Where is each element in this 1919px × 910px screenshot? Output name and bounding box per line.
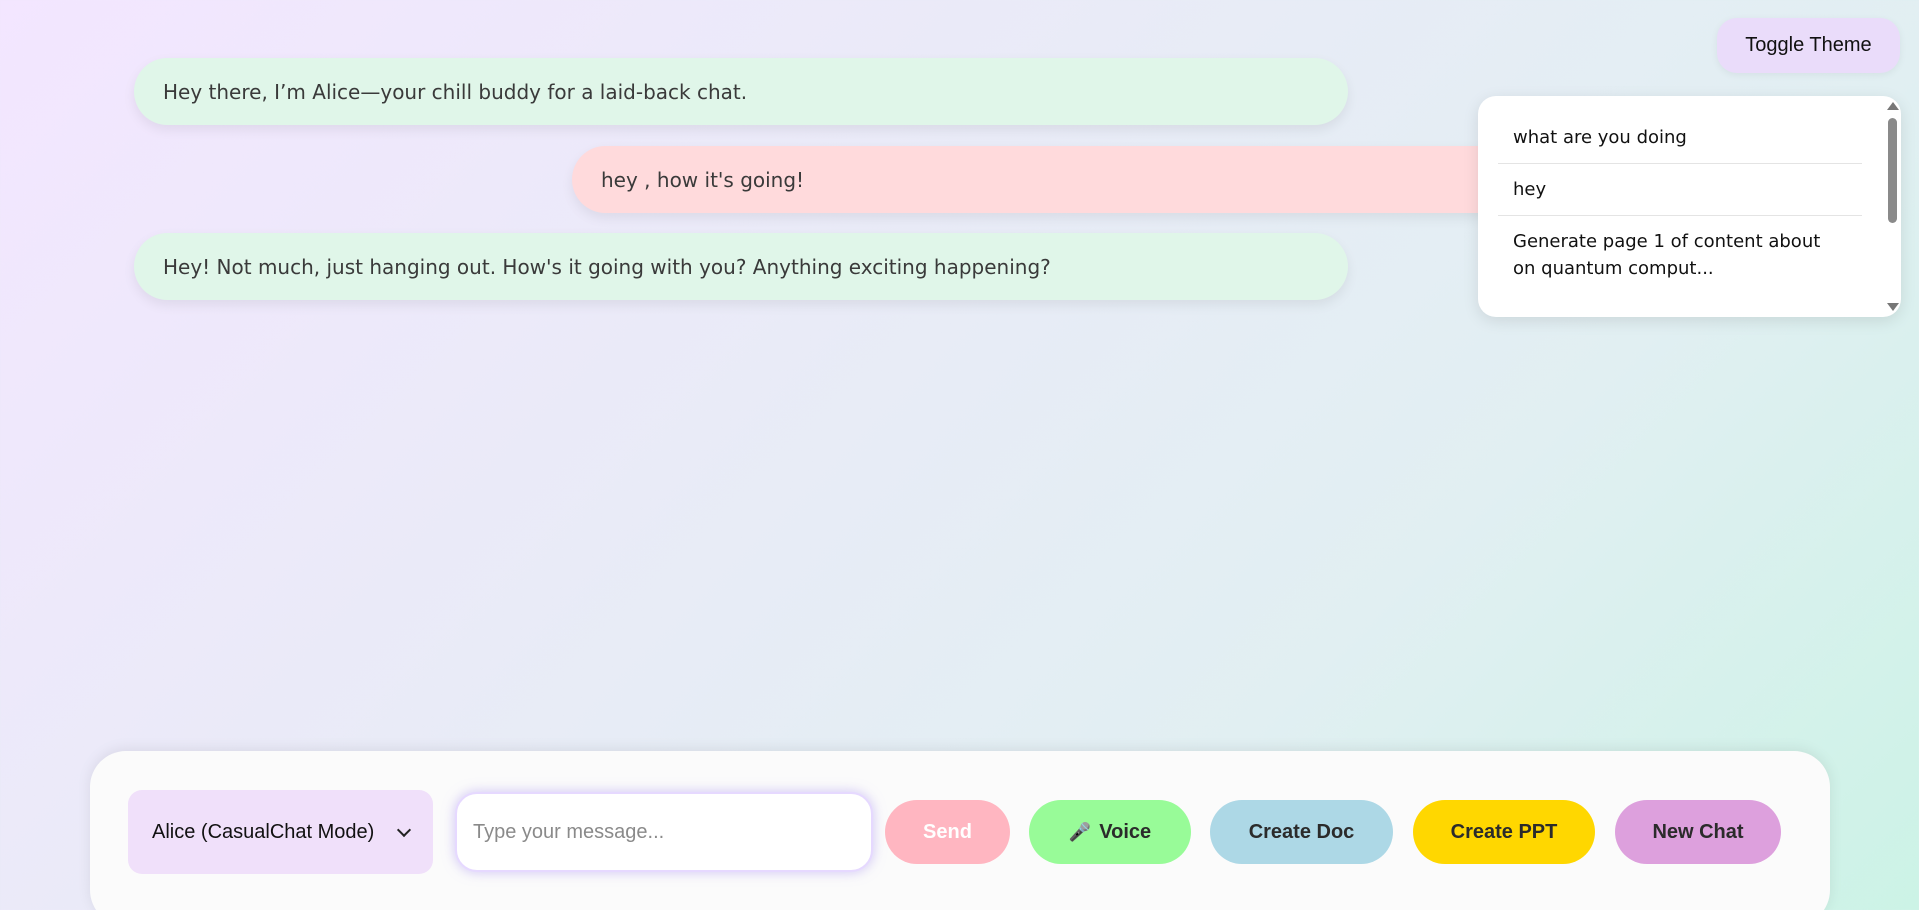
history-item[interactable]: Generate page 1 of content about on quan… bbox=[1498, 216, 1862, 294]
send-button[interactable]: Send bbox=[885, 800, 1010, 864]
message-text: Hey! Not much, just hanging out. How's i… bbox=[163, 254, 1051, 279]
message-input[interactable] bbox=[455, 792, 873, 872]
history-scrollbar[interactable] bbox=[1883, 96, 1901, 317]
message-text: Hey there, I’m Alice—your chill buddy fo… bbox=[163, 79, 748, 104]
voice-button-label: Voice bbox=[1099, 820, 1152, 843]
history-item[interactable]: hey bbox=[1498, 164, 1862, 216]
new-chat-button[interactable]: New Chat bbox=[1615, 800, 1781, 864]
mode-select[interactable]: Alice (CasualChat Mode) bbox=[128, 790, 433, 874]
toggle-theme-button[interactable]: Toggle Theme bbox=[1717, 18, 1900, 73]
scrollbar-thumb[interactable] bbox=[1888, 118, 1897, 223]
voice-button[interactable]: 🎤 Voice bbox=[1029, 800, 1191, 864]
chat-history-list: what are you doing hey Generate page 1 o… bbox=[1498, 112, 1862, 294]
bot-message: Hey! Not much, just hanging out. How's i… bbox=[134, 233, 1348, 300]
scroll-down-arrow-icon[interactable] bbox=[1887, 303, 1899, 311]
message-text: hey , how it's going! bbox=[601, 167, 805, 192]
history-item[interactable]: what are you doing bbox=[1498, 112, 1862, 164]
chat-history-panel: what are you doing hey Generate page 1 o… bbox=[1478, 96, 1901, 317]
scroll-up-arrow-icon[interactable] bbox=[1887, 102, 1899, 110]
chevron-down-icon bbox=[396, 822, 412, 837]
microphone-icon: 🎤 bbox=[1068, 821, 1092, 842]
create-doc-button[interactable]: Create Doc bbox=[1210, 800, 1393, 864]
bot-message: Hey there, I’m Alice—your chill buddy fo… bbox=[134, 58, 1348, 125]
mode-select-value: Alice (CasualChat Mode) bbox=[152, 820, 375, 843]
create-ppt-button[interactable]: Create PPT bbox=[1413, 800, 1595, 864]
